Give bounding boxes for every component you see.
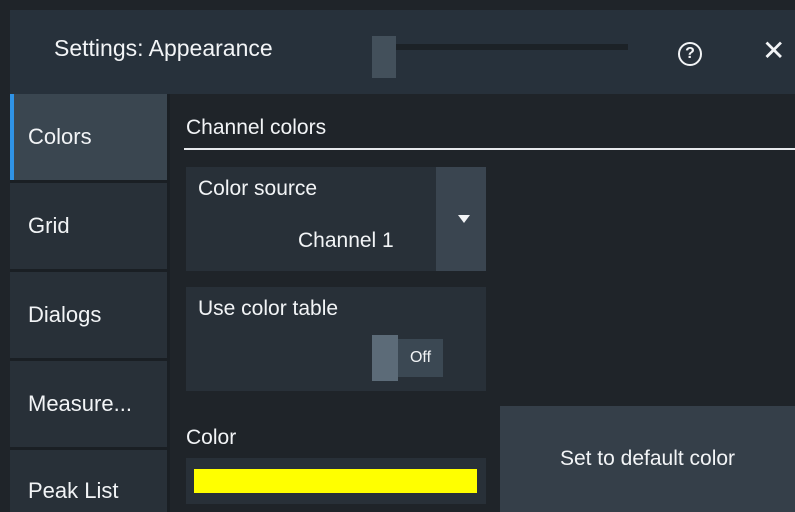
sidebar-item-label: Colors xyxy=(28,124,92,149)
sidebar-item-measure[interactable]: Measure... xyxy=(10,361,167,447)
use-color-table-setting: Use color table Off xyxy=(186,287,486,391)
color-swatch[interactable] xyxy=(194,469,477,493)
transparency-slider-thumb[interactable] xyxy=(372,36,396,78)
set-default-color-button[interactable]: Set to default color xyxy=(500,406,795,512)
transparency-slider-track[interactable] xyxy=(372,44,628,50)
sidebar-item-dialogs[interactable]: Dialogs xyxy=(10,272,167,358)
use-color-table-toggle[interactable]: Off xyxy=(398,339,443,377)
close-icon[interactable]: ✕ xyxy=(762,36,785,66)
help-icon[interactable]: ? xyxy=(678,42,702,66)
color-source-value: Channel 1 xyxy=(298,229,394,252)
sidebar-item-colors[interactable]: Colors xyxy=(10,94,167,180)
sidebar-item-label: Grid xyxy=(28,213,70,238)
sidebar-item-label: Dialogs xyxy=(28,302,102,327)
set-default-color-label: Set to default color xyxy=(559,447,736,470)
chevron-down-icon xyxy=(458,215,470,223)
section-title: Channel colors xyxy=(186,116,327,139)
color-label: Color xyxy=(186,426,237,449)
color-source-label: Color source xyxy=(198,177,318,200)
sidebar-item-label: Peak List xyxy=(28,478,119,503)
dialog-title: Settings: Appearance xyxy=(54,35,273,61)
dialog-title-bar: Settings: Appearance ? ✕ xyxy=(10,10,795,94)
use-color-table-label: Use color table xyxy=(198,297,339,320)
section-divider xyxy=(184,148,795,150)
sidebar-item-label: Measure... xyxy=(28,391,132,416)
content-area: Channel colors Color source Channel 1 Us… xyxy=(170,94,795,512)
sidebar-item-peak-list[interactable]: Peak List xyxy=(10,450,167,512)
use-color-table-toggle-thumb[interactable] xyxy=(372,335,398,381)
sidebar-item-grid[interactable]: Grid xyxy=(10,183,167,269)
sidebar: Colors Grid Dialogs Measure... Peak List xyxy=(10,94,170,512)
color-source-dropdown-button[interactable] xyxy=(436,167,486,271)
color-source-select[interactable]: Color source Channel 1 xyxy=(186,167,436,271)
